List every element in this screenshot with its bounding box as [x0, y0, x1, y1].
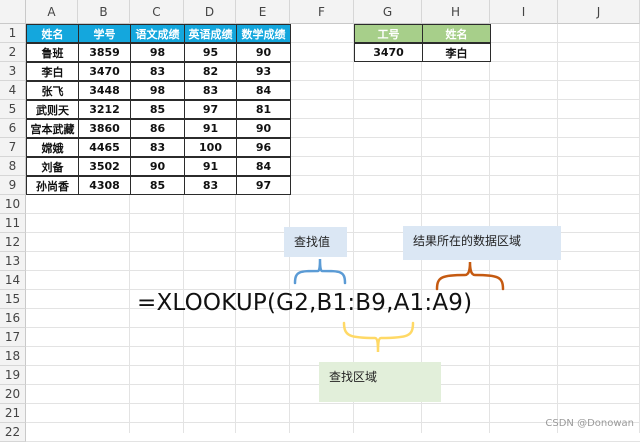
lookup-range-brace — [342, 321, 415, 353]
result-range-brace — [435, 261, 505, 291]
watermark: CSDN @Donowan — [545, 418, 634, 429]
annotation-braces — [293, 258, 505, 353]
lookup-value-brace — [293, 258, 347, 285]
